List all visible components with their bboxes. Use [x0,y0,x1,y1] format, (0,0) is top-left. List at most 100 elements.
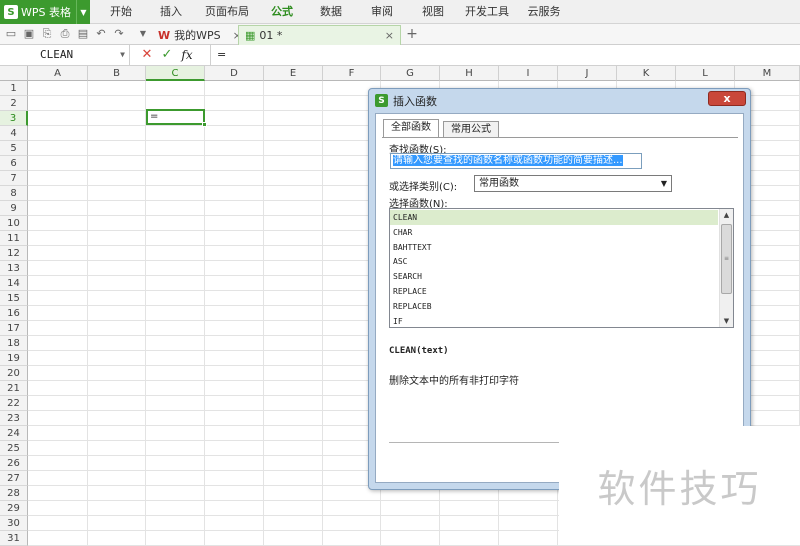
row-header[interactable]: 3 [0,111,28,126]
row-header[interactable]: 18 [0,336,28,351]
category-value: 常用函数 [479,178,519,189]
redo-icon[interactable]: ↷ [112,27,126,41]
tab-common-formulas[interactable]: 常用公式 [443,121,499,138]
column-header[interactable]: A [28,66,88,81]
export-icon[interactable]: ⎘ [40,27,54,41]
row-header[interactable]: 27 [0,471,28,486]
tab-my-wps[interactable]: W 我的WPS × [152,25,248,45]
column-header[interactable]: F [323,66,381,81]
row-header[interactable]: 16 [0,306,28,321]
function-list[interactable]: CLEAN CHAR BAHTTEXT ASC SEARCH REPLACE REPLACE… [389,208,734,328]
column-header[interactable]: E [264,66,323,81]
row-header[interactable]: 22 [0,396,28,411]
column-header[interactable]: I [499,66,558,81]
row-header[interactable]: 12 [0,246,28,261]
tab-label: 01 * [259,29,283,42]
save-icon[interactable]: ▣ [22,27,36,41]
row-header[interactable]: 6 [0,156,28,171]
function-list-item[interactable]: REPLACEB [390,299,718,314]
category-select[interactable]: 常用函数 ▼ [474,175,672,192]
tab-document[interactable]: ▦ 01 * × [238,25,401,45]
row-header[interactable]: 11 [0,231,28,246]
active-cell[interactable]: = [146,109,207,127]
row-header[interactable]: 19 [0,351,28,366]
chevron-down-icon[interactable]: ▼ [76,0,90,24]
row-header[interactable]: 23 [0,411,28,426]
tab-all-functions[interactable]: 全部函数 [383,119,439,138]
row-header[interactable]: 9 [0,201,28,216]
row-header[interactable]: 10 [0,216,28,231]
column-header[interactable]: H [440,66,499,81]
function-list-item[interactable]: BAHTTEXT [390,240,718,255]
grid-line [204,81,205,545]
scroll-down-icon[interactable]: ▼ [720,315,733,327]
cancel-icon[interactable]: ✕ [138,46,156,64]
row-header[interactable]: 21 [0,381,28,396]
menu-cloud[interactable]: 云服务 [524,0,564,24]
select-all-corner[interactable] [0,66,28,81]
column-header[interactable]: B [88,66,146,81]
row-header[interactable]: 17 [0,321,28,336]
row-header[interactable]: 25 [0,441,28,456]
search-placeholder: 请输入您要查找的函数名称或函数功能的简要描述... [393,155,623,166]
row-header[interactable]: 20 [0,366,28,381]
menu-page-layout[interactable]: 页面布局 [203,0,251,24]
row-header[interactable]: 15 [0,291,28,306]
row-header[interactable]: 8 [0,186,28,201]
chevron-down-icon[interactable]: ▼ [136,27,150,41]
row-header[interactable]: 13 [0,261,28,276]
column-header[interactable]: J [558,66,617,81]
confirm-icon[interactable]: ✓ [158,46,176,64]
menu-home[interactable]: 开始 [104,0,138,24]
print-preview-icon[interactable]: ▤ [76,27,90,41]
dialog-title-bar[interactable]: S 插入函数 [369,89,750,112]
function-list-item[interactable]: ASC [390,254,718,269]
column-header[interactable]: L [676,66,735,81]
dialog-close-button[interactable]: x [708,91,746,106]
column-header[interactable]: C [146,66,205,81]
row-header[interactable]: 26 [0,456,28,471]
row-header[interactable]: 7 [0,171,28,186]
column-header[interactable]: D [205,66,264,81]
new-file-icon[interactable]: ▭ [4,27,18,41]
function-search-input[interactable]: 请输入您要查找的函数名称或函数功能的简要描述... [390,153,642,169]
row-header[interactable]: 30 [0,516,28,531]
row-header[interactable]: 1 [0,81,28,96]
function-list-item[interactable]: CLEAN [390,210,718,225]
menu-review[interactable]: 审阅 [365,0,399,24]
row-header[interactable]: 28 [0,486,28,501]
scroll-up-icon[interactable]: ▲ [720,209,733,221]
function-list-scrollbar[interactable]: ▲ ≡ ▼ [719,209,733,327]
row-header[interactable]: 31 [0,531,28,546]
fill-handle[interactable] [202,122,207,127]
column-header[interactable]: M [735,66,800,81]
menu-view[interactable]: 视图 [416,0,450,24]
function-list-item[interactable]: CHAR [390,225,718,240]
function-list-item[interactable]: REPLACE [390,284,718,299]
column-header[interactable]: K [617,66,676,81]
new-tab-icon[interactable]: + [405,27,419,41]
close-icon[interactable]: × [385,29,394,42]
row-header[interactable]: 14 [0,276,28,291]
scroll-thumb[interactable]: ≡ [721,224,732,294]
menu-insert[interactable]: 插入 [154,0,188,24]
menu-developer[interactable]: 开发工具 [463,0,511,24]
name-box[interactable]: CLEAN ▼ [0,45,130,65]
formula-input[interactable]: = [210,45,800,65]
grid-line [87,81,88,545]
chevron-down-icon[interactable]: ▼ [120,45,125,65]
print-icon[interactable]: ⎙ [58,27,72,41]
row-header[interactable]: 5 [0,141,28,156]
function-list-item[interactable]: SEARCH [390,269,718,284]
row-header[interactable]: 4 [0,126,28,141]
row-header[interactable]: 24 [0,426,28,441]
app-menu-button[interactable]: S WPS 表格 ▼ [0,0,90,24]
undo-icon[interactable]: ↶ [94,27,108,41]
menu-formulas[interactable]: 公式 [265,0,299,24]
menu-data[interactable]: 数据 [314,0,348,24]
column-header[interactable]: G [381,66,440,81]
row-header[interactable]: 29 [0,501,28,516]
insert-function-icon[interactable]: fx [178,46,196,64]
function-list-item[interactable]: IF [390,314,718,327]
row-header[interactable]: 2 [0,96,28,111]
